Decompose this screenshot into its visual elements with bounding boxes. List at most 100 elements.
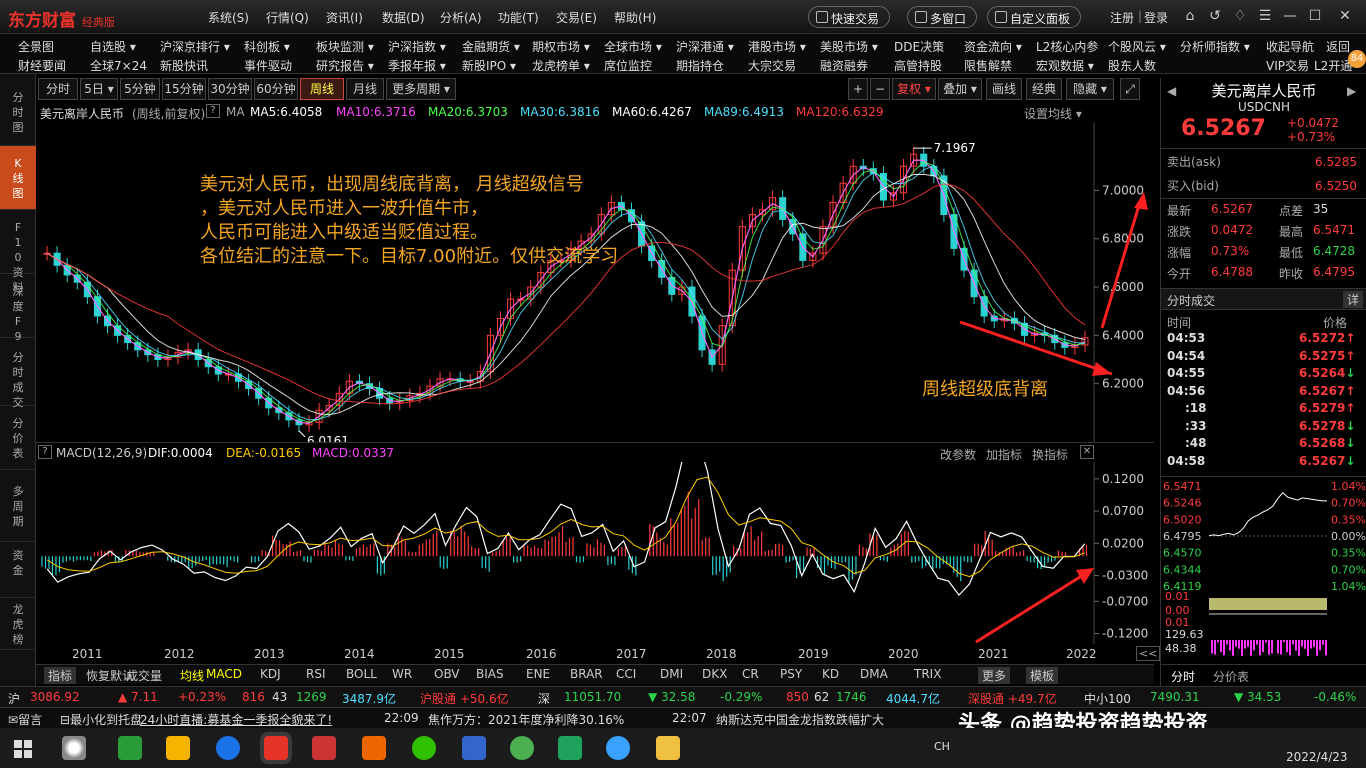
close-icon[interactable]: ✕ (1335, 6, 1355, 26)
leftbar-tab[interactable]: F10资料 (0, 210, 36, 294)
nav-row2-item[interactable]: 新股快讯 (160, 57, 208, 74)
sh-index[interactable]: 3086.92 (30, 690, 80, 704)
nav-row1-item[interactable]: 返回 (1326, 38, 1350, 55)
login-link[interactable]: 登录 (1144, 9, 1168, 26)
quick-trade-button[interactable]: 快速交易 (808, 6, 891, 28)
clock-date[interactable]: 2022/4/23 (1286, 750, 1348, 764)
chart-tool-button[interactable]: − (870, 78, 890, 100)
tab-price-table[interactable]: 分价表 (1213, 668, 1249, 685)
menu-data[interactable]: 数据(D) (382, 9, 425, 26)
indicator-tab[interactable]: DKX (702, 667, 727, 681)
menu-trade[interactable]: 交易(E) (556, 9, 597, 26)
indicator-tab[interactable]: WR (392, 667, 412, 681)
message-button[interactable]: ✉留言 (8, 711, 42, 728)
menu-help[interactable]: 帮助(H) (614, 9, 656, 26)
nav-row1-item[interactable]: L2核心内参 (1036, 38, 1098, 55)
browser-icon[interactable] (510, 736, 534, 760)
nav-row2-item[interactable]: 期指持仓 (676, 57, 724, 74)
nav-row2-item[interactable]: 事件驱动 (244, 57, 292, 74)
indicator-tab[interactable]: RSI (306, 667, 326, 681)
skin-icon[interactable]: ♢ (1230, 6, 1250, 26)
macd-close-icon[interactable]: ✕ (1080, 445, 1094, 459)
nav-row1-item[interactable]: DDE决策 (894, 38, 944, 55)
nav-row2-item[interactable]: 宏观数据 ▾ (1036, 57, 1094, 74)
ma-settings-button[interactable]: 设置均线 ▾ (1024, 105, 1082, 122)
indicator-tab[interactable]: KD (822, 667, 839, 681)
leftbar-tab[interactable]: 分价表 (0, 406, 36, 470)
macd-params-button[interactable]: 改参数 (940, 446, 976, 463)
chart-tool-button[interactable]: 经典 (1026, 78, 1062, 100)
nav-row1-item[interactable]: 全景图 (18, 38, 54, 55)
indicator-tab[interactable]: KDJ (260, 667, 281, 681)
period-tab[interactable]: 更多周期 ▾ (386, 78, 456, 100)
chart-tool-button[interactable]: 画线 (986, 78, 1022, 100)
nav-row1-item[interactable]: 沪深港通 ▾ (676, 38, 734, 55)
chart-tool-button[interactable]: ⤢ (1120, 78, 1140, 100)
menu-function[interactable]: 功能(T) (498, 9, 539, 26)
period-tab[interactable]: 60分钟 (254, 78, 298, 100)
nav-row1-item[interactable]: 收起导航 (1266, 38, 1314, 55)
nav-row2-item[interactable]: 股东人数 (1108, 57, 1156, 74)
leftbar-tab[interactable]: K线图 (0, 146, 36, 210)
nav-row1-item[interactable]: 沪深指数 ▾ (388, 38, 446, 55)
kline-chart[interactable]: 7.0000 6.8000 6.6000 6.4000 6.2000 7.1967 6.01… (36, 122, 1154, 448)
nav-row1-item[interactable]: 个股风云 ▾ (1108, 38, 1166, 55)
app-icon-9[interactable] (462, 736, 486, 760)
nav-row2-item[interactable]: 融资融券 (820, 57, 868, 74)
ticks-detail-button[interactable]: 详 (1343, 291, 1364, 308)
indicator-tab[interactable]: MACD (206, 667, 242, 681)
indicator-tab[interactable]: DMI (660, 667, 683, 681)
period-tab[interactable]: 周线 (300, 78, 344, 100)
nav-row1-item[interactable]: 全球市场 ▾ (604, 38, 662, 55)
indicator-tab[interactable]: BOLL (346, 667, 377, 681)
nav-row1-item[interactable]: 美股市场 ▾ (820, 38, 878, 55)
tab-intraday[interactable]: 分时 (1171, 668, 1195, 685)
indicator-tab[interactable]: OBV (434, 667, 460, 681)
leftbar-tab[interactable]: 龙虎榜 (0, 598, 36, 650)
nav-row1-item[interactable]: 科创板 ▾ (244, 38, 290, 55)
iqiyi-icon[interactable] (118, 736, 142, 760)
period-tab[interactable]: 30分钟 (208, 78, 252, 100)
leftbar-tab[interactable]: 深度F9 (0, 274, 36, 343)
wechat-icon[interactable] (412, 736, 436, 760)
period-tab[interactable]: 5分钟 (120, 78, 160, 100)
app-icon-1[interactable] (62, 736, 86, 760)
period-tab[interactable]: 15分钟 (162, 78, 206, 100)
register-link[interactable]: 注册 (1110, 9, 1134, 26)
nav-row2-item[interactable]: 财经要闻 (18, 57, 66, 74)
notification-badge[interactable]: 84 (1348, 50, 1366, 68)
app-icon-4[interactable] (216, 736, 240, 760)
eastmoney-task-icon[interactable] (264, 736, 288, 760)
nav-row1-item[interactable]: 金融期货 ▾ (462, 38, 520, 55)
leftbar-tab[interactable]: 资金 (0, 542, 36, 598)
folder-icon[interactable] (656, 736, 680, 760)
indicator-tab[interactable]: 模板 (1026, 667, 1059, 684)
nav-row2-item[interactable]: 大宗交易 (748, 57, 796, 74)
nav-row1-item[interactable]: 港股市场 ▾ (748, 38, 806, 55)
multi-window-button[interactable]: 多窗口 (907, 6, 978, 28)
menu-icon[interactable]: ☰ (1255, 6, 1275, 26)
switch-indicator-button[interactable]: 换指标 (1032, 446, 1068, 463)
app-icon-12[interactable] (606, 736, 630, 760)
macd-chart[interactable]: 0.1200 0.0700 0.0200 -0.0300 -0.0700 -0.1200 (36, 435, 1154, 644)
tray-button[interactable]: ⊟最小化到托盘 (60, 711, 142, 728)
windows-start-icon[interactable] (14, 740, 32, 758)
custom-panel-button[interactable]: 自定义面板 (987, 6, 1082, 28)
news-item-2[interactable]: 纳斯达克中国金龙指数跌幅扩大 (716, 711, 884, 728)
nav-row1-item[interactable]: 资金流向 ▾ (964, 38, 1022, 55)
minimize-icon[interactable]: — (1280, 6, 1300, 26)
nav-row1-item[interactable]: 板块监测 ▾ (316, 38, 374, 55)
app-icon-3[interactable] (166, 736, 190, 760)
indicator-tab[interactable]: BIAS (476, 667, 504, 681)
indicator-tab[interactable]: CR (742, 667, 759, 681)
indicator-tab[interactable]: TRIX (914, 667, 941, 681)
chart-tool-button[interactable]: + (848, 78, 868, 100)
period-tab[interactable]: 月线 (346, 78, 384, 100)
maximize-icon[interactable]: ☐ (1305, 6, 1325, 26)
indicator-tab[interactable]: BRAR (570, 667, 603, 681)
nav-row2-item[interactable]: L2开通 (1314, 57, 1352, 74)
leftbar-tab[interactable]: 分时成交 (0, 338, 36, 409)
scroll-end-button[interactable]: << (1136, 646, 1161, 661)
indicator-tab[interactable]: PSY (780, 667, 802, 681)
period-tab[interactable]: 分时 (38, 78, 78, 100)
